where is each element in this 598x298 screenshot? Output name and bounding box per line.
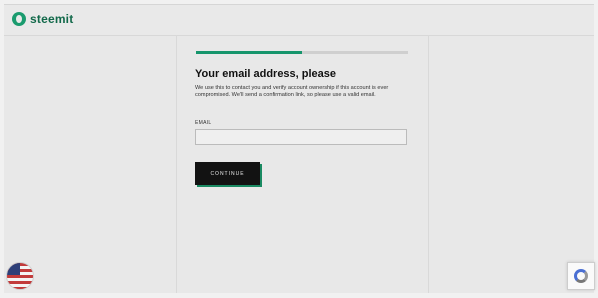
flag-canton [7,263,20,275]
email-label: EMAIL [195,120,212,126]
browser-frame: steemit Your email address, please We us… [0,0,598,298]
logo-text: steemit [30,12,74,26]
continue-button[interactable]: CONTINUE [195,162,260,185]
recaptcha-icon [574,269,588,283]
recaptcha-badge[interactable] [567,262,595,290]
steemit-logo-icon [12,12,26,26]
page-title: Your email address, please [195,68,337,80]
us-flag-icon[interactable] [6,262,34,290]
email-input[interactable] [195,129,407,145]
column-divider-left [176,35,177,293]
column-divider-right [428,35,429,293]
progress-fill [196,51,302,54]
steemit-logo[interactable]: steemit [12,12,73,26]
signup-progress-bar [196,51,408,54]
email-description: We use this to contact you and verify ac… [195,85,389,99]
signup-page: steemit Your email address, please We us… [4,4,595,293]
top-bar: steemit [4,5,594,36]
